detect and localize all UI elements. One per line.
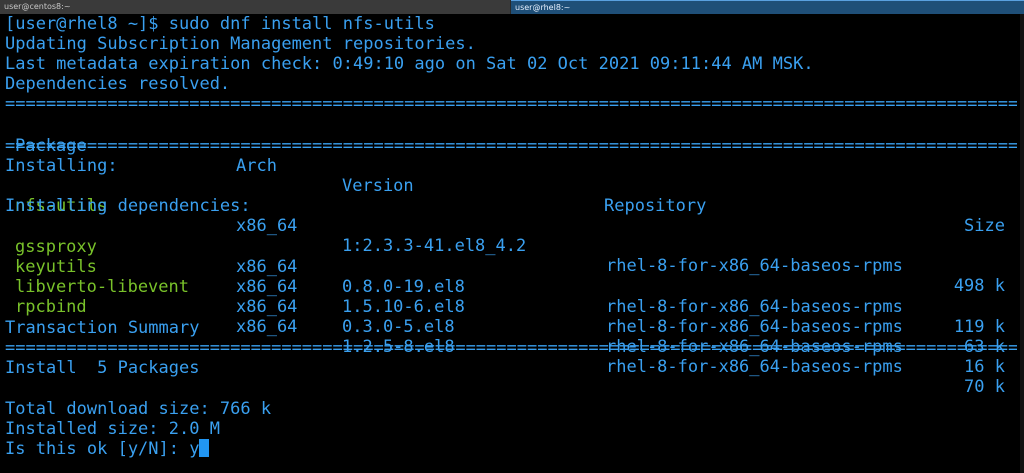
- package-size: 16 k: [964, 357, 1005, 377]
- package-repo: rhel-8-for-x86_64-baseos-rpms: [606, 357, 903, 377]
- command-prompt-line: [user@rhel8 ~]$ sudo dnf install nfs-uti…: [5, 14, 435, 34]
- table-row: rpcbind x86_64 1.2.5-8.el8 rhel-8-for-x8…: [5, 277, 1017, 397]
- package-size: 119 k: [953, 317, 1005, 337]
- package-arch: x86_64: [236, 297, 298, 317]
- header-repository: Repository: [604, 196, 707, 216]
- table-row: keyutils x86_64 1.5.10-6.el8 rhel-8-for-…: [5, 237, 1017, 357]
- package-version: 0.3.0-5.el8: [342, 317, 455, 337]
- tab-rhel8[interactable]: user@rhel8:~: [511, 0, 1024, 14]
- table-row: libverto-libevent x86_64 0.3.0-5.el8 rhe…: [5, 257, 1017, 377]
- updating-line: Updating Subscription Management reposit…: [5, 34, 476, 54]
- separator-rule: ========================================…: [5, 338, 1017, 358]
- table-row: nfs-utils x86_64 1:2.3.3-41.el8_4.2 rhel…: [5, 176, 1017, 296]
- tab-centos8[interactable]: user@centos8:~: [0, 0, 510, 14]
- confirm-prompt: Is this ok [y/N]:: [5, 439, 190, 459]
- install-count: Install 5 Packages: [5, 358, 200, 378]
- transaction-summary-title: Transaction Summary: [5, 318, 200, 338]
- download-size: Total download size: 766 k: [5, 399, 272, 419]
- table-row: gssproxy x86_64 0.8.0-19.el8 rhel-8-for-…: [5, 217, 1017, 337]
- tab-bar: user@centos8:~ user@rhel8:~: [0, 0, 1024, 14]
- package-name: rpcbind: [15, 297, 87, 317]
- resolved-line: Dependencies resolved.: [5, 74, 231, 94]
- package-repo: rhel-8-for-x86_64-baseos-rpms: [606, 317, 903, 337]
- separator-rule: ========================================…: [5, 136, 1017, 156]
- confirm-line[interactable]: Is this ok [y/N]: y: [5, 439, 210, 459]
- metadata-line: Last metadata expiration check: 0:49:10 …: [5, 54, 814, 74]
- installed-size: Installed size: 2.0 M: [5, 419, 220, 439]
- scrollbar[interactable]: [1020, 14, 1024, 473]
- confirm-input[interactable]: y: [189, 439, 199, 459]
- table-header: Package Arch Version Repository Size: [5, 116, 1017, 236]
- terminal-output[interactable]: [user@rhel8 ~]$ sudo dnf install nfs-uti…: [5, 14, 1017, 473]
- package-repo: rhel-8-for-x86_64-baseos-rpms: [606, 297, 903, 317]
- header-arch: Arch: [236, 156, 277, 176]
- section-dependencies: Installing dependencies:: [5, 196, 251, 216]
- separator-rule: ========================================…: [5, 94, 1017, 114]
- section-installing: Installing:: [5, 156, 118, 176]
- text-cursor: [199, 439, 210, 457]
- package-size: 70 k: [964, 377, 1005, 397]
- package-version: 1.5.10-6.el8: [342, 297, 465, 317]
- package-arch: x86_64: [236, 317, 298, 337]
